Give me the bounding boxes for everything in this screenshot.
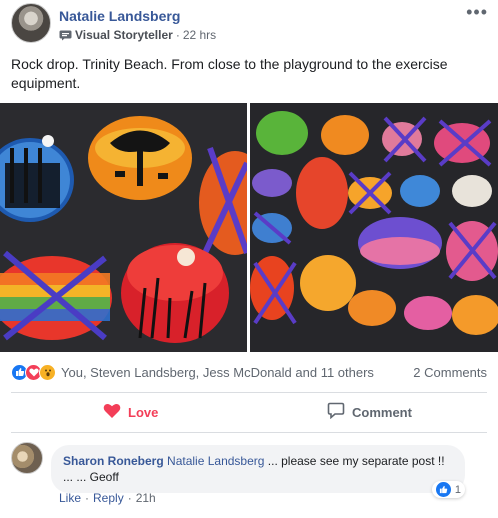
post-timestamp[interactable]: 22 hrs: [183, 28, 216, 42]
reaction-icons[interactable]: [11, 363, 56, 381]
love-button[interactable]: Love: [103, 393, 158, 431]
wow-reaction-icon: [39, 363, 56, 381]
author-name[interactable]: Natalie Landsberg: [59, 8, 180, 24]
heart-icon: [103, 403, 121, 422]
comment-actions-separator: ·: [85, 491, 90, 505]
storyteller-badge-icon: [59, 30, 72, 41]
meta-separator: ·: [175, 28, 180, 42]
post-header: Natalie Landsberg Visual Storyteller · 2…: [0, 0, 498, 50]
comment-like-badge[interactable]: 1: [431, 481, 465, 498]
comment-icon: [327, 402, 345, 422]
actions-bottom-divider: [11, 432, 487, 433]
love-button-label: Love: [128, 404, 159, 420]
photo-painted-rocks-2[interactable]: [250, 103, 498, 352]
comment-like-link[interactable]: Like: [59, 491, 81, 505]
reaction-names[interactable]: You, Steven Landsberg, Jess McDonald and…: [61, 365, 374, 380]
photo-grid: [0, 103, 498, 352]
comments-count[interactable]: 2 Comments: [413, 365, 487, 380]
comment-like-count: 1: [454, 483, 461, 496]
comment-button[interactable]: Comment: [327, 393, 412, 431]
comment-like-icon: [435, 482, 451, 497]
author-avatar[interactable]: [11, 3, 51, 43]
comment-reply-link[interactable]: Reply: [93, 491, 124, 505]
comment-timestamp[interactable]: 21h: [136, 491, 156, 505]
comment-actions: Like · Reply · 21h: [59, 491, 156, 505]
post-meta: Visual Storyteller · 22 hrs: [59, 28, 216, 42]
comment-mention[interactable]: Natalie Landsberg: [167, 454, 264, 468]
comment-actions-separator-2: ·: [127, 491, 132, 505]
commenter-avatar[interactable]: [11, 442, 43, 474]
post-actions: Love Comment: [0, 393, 498, 431]
reactions-summary: You, Steven Landsberg, Jess McDonald and…: [11, 362, 487, 382]
more-options-button[interactable]: •••: [466, 3, 488, 21]
comment-button-label: Comment: [352, 404, 412, 420]
post-text: Rock drop. Trinity Beach. From close to …: [11, 56, 448, 91]
commenter-name[interactable]: Sharon Roneberg: [63, 454, 164, 468]
comment-bubble: Sharon Roneberg Natalie Landsberg ... pl…: [51, 445, 465, 493]
author-badge: Visual Storyteller: [75, 28, 173, 42]
photo-painted-rocks-1[interactable]: [0, 103, 247, 352]
